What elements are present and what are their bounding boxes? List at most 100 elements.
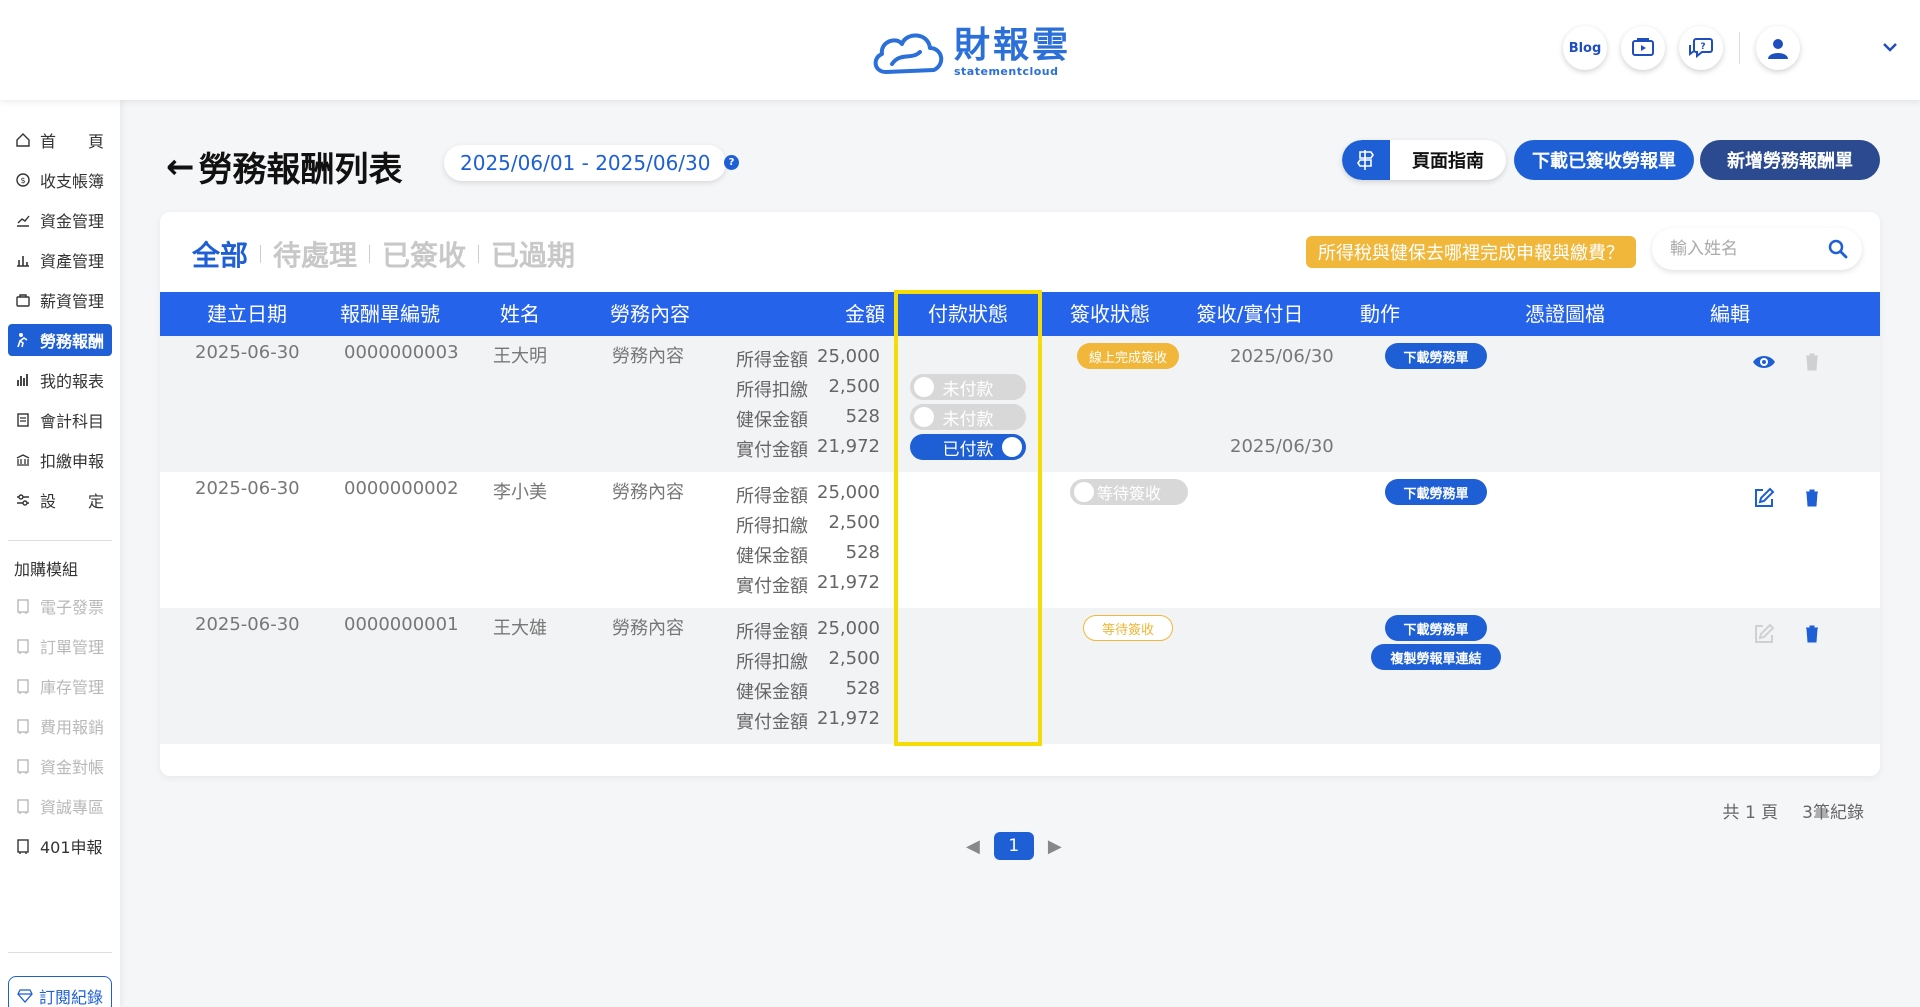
service-content: 勞務內容 [612, 346, 684, 367]
sidebar-item-salary[interactable]: 薪資管理 [8, 284, 112, 316]
tab-pending[interactable]: 待處理 [273, 234, 357, 274]
sidebar-item-label: 收支帳簿 [40, 172, 105, 191]
divider [8, 540, 112, 541]
blog-button[interactable]: Blog [1563, 26, 1607, 70]
column-header[interactable]: 憑證圖檔 [1510, 292, 1620, 336]
sidebar-item-funds[interactable]: 資金管理 [8, 204, 112, 236]
user-avatar-button[interactable] [1756, 26, 1800, 70]
created-date: 2025-06-30 [195, 342, 300, 363]
tax-filing-help-link[interactable]: 所得稅與健保去哪裡完成申報與繳費？ [1306, 236, 1636, 268]
help-icon[interactable]: ? [724, 155, 739, 170]
amount-label: 健保金額 [736, 410, 808, 431]
download-service-form-button[interactable]: 下載勞務單 [1385, 479, 1487, 505]
table-row: 2025-06-30 0000000003 王大明 勞務內容 所得金額 所得扣繳… [160, 336, 1880, 472]
fee-number: 0000000001 [344, 614, 459, 635]
amount-value: 528 [845, 542, 880, 563]
help-chat-button[interactable]: ? [1679, 26, 1723, 70]
amount-value: 21,972 [817, 436, 880, 457]
sidebar-item-assets[interactable]: 資產管理 [8, 244, 112, 276]
home-icon [14, 131, 32, 149]
toggle-knob [914, 407, 934, 427]
sidebar-item-settings[interactable]: 設 定 [8, 484, 112, 516]
sidebar-item-reports[interactable]: 我的報表 [8, 364, 112, 396]
column-header[interactable]: 報酬單編號 [330, 292, 450, 336]
amount-value: 2,500 [828, 648, 880, 669]
subscription-button[interactable]: 訂閱紀錄 [8, 976, 112, 1007]
sidebar-item-withholding[interactable]: 扣繳申報 [8, 444, 112, 476]
column-header[interactable]: 簽收/實付日 [1190, 292, 1310, 336]
prev-page-icon[interactable]: ◀ [966, 836, 980, 857]
sidebar-item-label: 資誠專區 [40, 798, 105, 817]
sidebar-item-401-filing[interactable]: 401申報 [8, 830, 112, 862]
amount-value: 25,000 [817, 618, 880, 639]
chat-help-icon: ? [1689, 38, 1713, 59]
amount-label: 所得扣繳 [736, 516, 808, 537]
sidebar-item-inventory[interactable]: 庫存管理 [8, 670, 112, 702]
sidebar-item-e-invoice[interactable]: 電子發票 [8, 590, 112, 622]
column-header[interactable]: 編輯 [1690, 292, 1770, 336]
sidebar-item-expenses[interactable]: 費用報銷 [8, 710, 112, 742]
delete-icon[interactable] [1800, 486, 1824, 510]
download-signed-button[interactable]: 下載已簽收勞報單 [1514, 140, 1694, 180]
column-header[interactable]: 姓名 [480, 292, 560, 336]
amount-value: 25,000 [817, 482, 880, 503]
column-header[interactable]: 簽收狀態 [1060, 292, 1160, 336]
cloud-logo-icon [873, 33, 944, 74]
sidebar-item-reconcile[interactable]: 資金對帳 [8, 750, 112, 782]
payment-toggle[interactable]: 已付款 [910, 434, 1026, 460]
sidebar-item-label: 薪資管理 [40, 292, 105, 311]
sidebar-item-pwc-zone[interactable]: 資誠專區 [8, 790, 112, 822]
download-service-form-button[interactable]: 下載勞務單 [1385, 343, 1487, 369]
delete-icon[interactable] [1800, 622, 1824, 646]
sidebar-item-orders[interactable]: 訂單管理 [8, 630, 112, 662]
fee-number: 0000000002 [344, 478, 459, 499]
back-arrow-icon[interactable]: ← [166, 147, 195, 187]
date-range-picker[interactable]: 2025/06/01 - 2025/06/30 [444, 145, 727, 181]
sidebar-item-service-fee[interactable]: 勞務報酬 [8, 324, 112, 356]
sidebar-item-label: 庫存管理 [40, 678, 105, 697]
service-fee-icon [14, 331, 32, 349]
tab-signed[interactable]: 已簽收 [382, 234, 466, 274]
page-guide-button[interactable]: 頁面指南 [1342, 140, 1506, 180]
sign-status-toggle[interactable]: 等待簽收 [1070, 479, 1188, 505]
amount-value: 2,500 [828, 512, 880, 533]
salary-icon [14, 291, 32, 309]
sign-date: 2025/06/30 [1230, 346, 1334, 367]
page-number-button[interactable]: 1 [993, 832, 1034, 860]
ledger-icon [14, 411, 32, 429]
amount-value: 21,972 [817, 708, 880, 729]
view-icon[interactable] [1752, 350, 1776, 374]
table-row: 2025-06-30 0000000001 王大雄 勞務內容 所得金額 所得扣繳… [160, 608, 1880, 744]
copy-form-link-button[interactable]: 複製勞報單連結 [1371, 644, 1501, 670]
sidebar-item-label: 扣繳申報 [40, 452, 105, 471]
payment-toggle[interactable]: 未付款 [910, 374, 1026, 400]
search-input[interactable] [1670, 239, 1820, 259]
tab-expired[interactable]: 已過期 [491, 234, 575, 274]
payment-toggle[interactable]: 未付款 [910, 404, 1026, 430]
sidebar-item-ledger[interactable]: $ 收支帳簿 [8, 164, 112, 196]
next-page-icon[interactable]: ▶ [1048, 836, 1062, 857]
logo[interactable]: 財報雲 statementcloud [870, 24, 1071, 80]
sign-status-badge: 線上完成簽收 [1077, 343, 1179, 369]
video-tutorial-button[interactable] [1621, 26, 1665, 70]
sign-status-badge: 等待簽收 [1083, 615, 1173, 641]
search-icon[interactable] [1828, 239, 1848, 263]
payee-name: 王大明 [493, 346, 547, 367]
amount-value: 528 [845, 406, 880, 427]
module-lock-icon [14, 757, 32, 775]
edit-icon[interactable] [1752, 486, 1776, 510]
new-service-fee-button[interactable]: 新增勞務報酬單 [1700, 140, 1880, 180]
fee-number: 0000000003 [344, 342, 459, 363]
tab-all[interactable]: 全部 [192, 234, 248, 274]
column-header[interactable]: 金額 [840, 292, 890, 336]
chevron-down-icon[interactable] [1882, 38, 1898, 57]
sidebar-item-accounts[interactable]: 會計科目 [8, 404, 112, 436]
sidebar-item-home[interactable]: 首 頁 [8, 124, 112, 156]
module-lock-icon [14, 797, 32, 815]
column-header[interactable]: 勞務內容 [600, 292, 700, 336]
column-header[interactable]: 動作 [1340, 292, 1420, 336]
download-service-form-button[interactable]: 下載勞務單 [1385, 615, 1487, 641]
column-header[interactable]: 付款狀態 [898, 292, 1038, 336]
settings-icon [14, 491, 32, 509]
column-header[interactable]: 建立日期 [192, 292, 302, 336]
